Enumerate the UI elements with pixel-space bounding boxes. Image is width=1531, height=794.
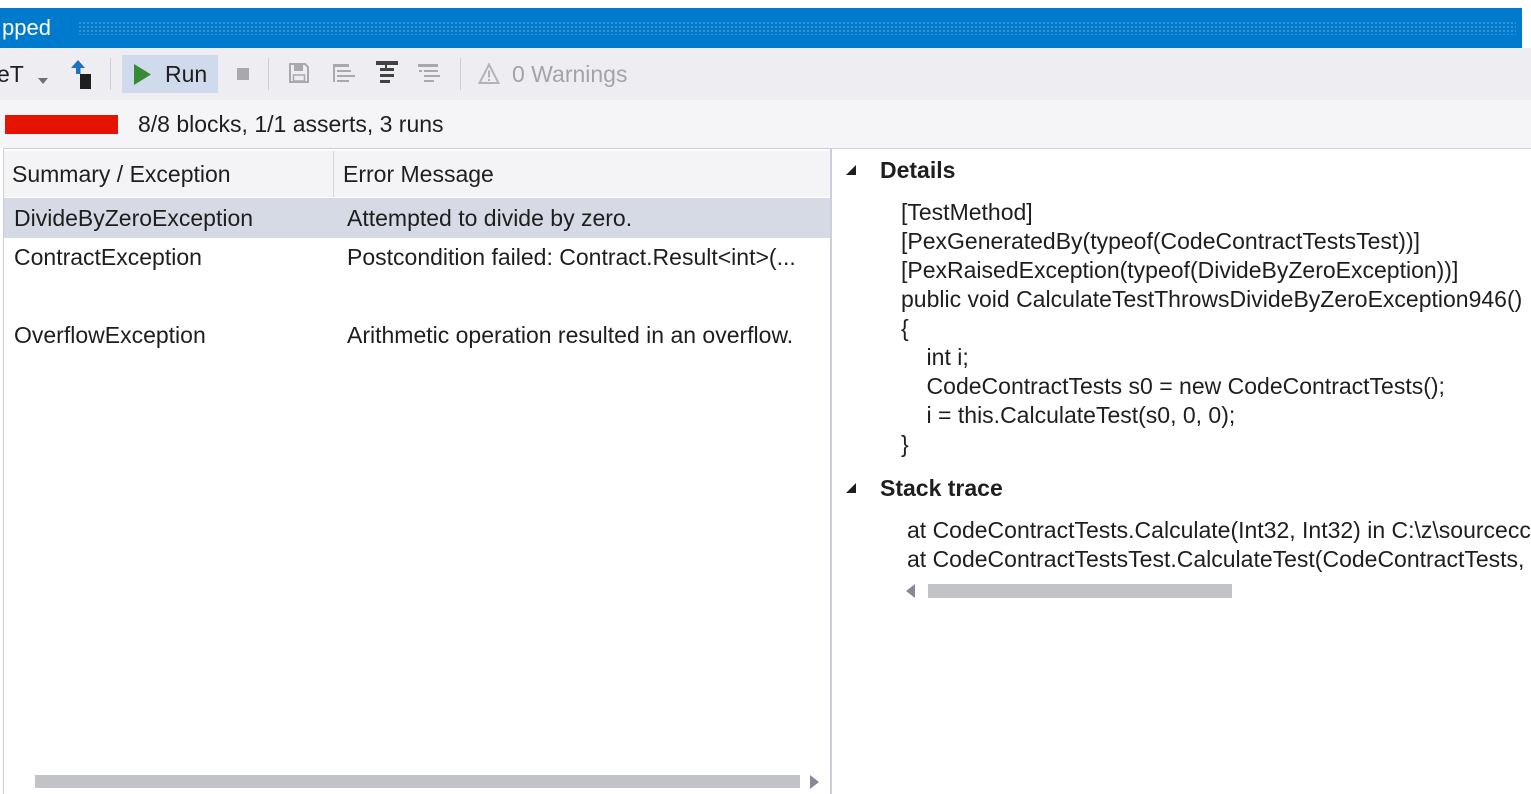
stack-trace-line: at CodeContractTestsTest.CalculateTest(C… xyxy=(907,546,1525,572)
scrollbar-thumb[interactable] xyxy=(35,775,800,788)
scroll-left-arrow-icon[interactable] xyxy=(906,584,915,598)
code-line: int i; xyxy=(901,344,969,370)
toolbar-separator xyxy=(110,58,111,90)
toolbar-separator xyxy=(268,58,269,90)
code-line: [PexGeneratedBy(typeof(CodeContractTests… xyxy=(901,228,1421,254)
code-line: [PexRaisedException(typeof(DivideByZeroE… xyxy=(901,257,1459,283)
code-line: CodeContractTests s0 = new CodeContractT… xyxy=(901,373,1445,399)
expanded-triangle-icon[interactable] xyxy=(846,165,856,175)
tree-view-button[interactable] xyxy=(374,60,402,86)
go-to-source-icon xyxy=(68,57,96,91)
results-header: Summary / Exception Error Message xyxy=(4,151,830,197)
results-pane: Summary / Exception Error Message Divide… xyxy=(3,148,832,794)
indent-view-button[interactable] xyxy=(417,62,443,86)
details-pane: Details [TestMethod] [PexGeneratedBy(typ… xyxy=(832,148,1531,794)
chevron-down-icon xyxy=(38,71,48,84)
run-button[interactable]: Run xyxy=(122,55,218,93)
warnings-button[interactable]: 0 Warnings xyxy=(474,55,634,93)
row-message: Attempted to divide by zero. xyxy=(347,205,633,231)
toolbar-separator xyxy=(460,58,461,90)
table-row[interactable]: DivideByZeroException Attempted to divid… xyxy=(4,198,830,238)
row-message: Postcondition failed: Contract.Result<in… xyxy=(347,244,796,270)
tree-lines-icon xyxy=(374,60,402,86)
title-bar-grip xyxy=(78,21,1516,35)
results-horizontal-scrollbar[interactable] xyxy=(4,773,830,790)
play-icon xyxy=(133,64,151,85)
title-bar[interactable]: pped xyxy=(0,8,1522,48)
toolbar: eT Run 0 Warnings xyxy=(0,48,1531,100)
scroll-right-arrow-icon[interactable] xyxy=(810,775,819,789)
row-summary: ContractException xyxy=(14,244,202,270)
save-icon xyxy=(288,62,310,84)
go-to-source-button[interactable] xyxy=(68,57,96,91)
warning-icon xyxy=(478,63,500,85)
column-header-summary[interactable]: Summary / Exception xyxy=(12,151,231,197)
code-line: public void CalculateTestThrowsDivideByZ… xyxy=(901,286,1523,312)
stack-trace-line: at CodeContractTests.Calculate(Int32, In… xyxy=(907,517,1531,543)
run-label: Run xyxy=(165,61,208,87)
row-message: Arithmetic operation resulted in an over… xyxy=(347,322,794,348)
warnings-label: 0 Warnings xyxy=(512,61,628,87)
window-title: pped xyxy=(2,15,51,40)
framework-dropdown[interactable]: eT xyxy=(0,60,56,88)
scrollbar-thumb[interactable] xyxy=(928,584,1232,598)
generated-test-code: [TestMethod] [PexGeneratedBy(typeof(Code… xyxy=(901,198,1531,459)
indent-lines-icon xyxy=(417,62,443,86)
column-divider[interactable] xyxy=(333,151,334,197)
save-button[interactable] xyxy=(288,62,310,84)
progress-row: 8/8 blocks, 1/1 asserts, 3 runs xyxy=(0,100,1531,148)
expanded-triangle-icon[interactable] xyxy=(846,483,856,493)
stack-trace-heading: Stack trace xyxy=(880,475,1003,501)
code-line: { xyxy=(901,315,909,341)
stack-trace-section-header[interactable]: Stack trace xyxy=(832,471,1531,505)
stack-trace-horizontal-scrollbar[interactable] xyxy=(832,583,1531,599)
framework-dropdown-value: eT xyxy=(0,61,24,87)
stack-trace-lines: at CodeContractTests.Calculate(Int32, In… xyxy=(907,516,1531,574)
table-row[interactable]: OverflowException Arithmetic operation r… xyxy=(4,316,830,355)
row-summary: DivideByZeroException xyxy=(14,205,254,231)
table-row[interactable]: ContractException Postcondition failed: … xyxy=(4,238,830,316)
progress-summary: 8/8 blocks, 1/1 asserts, 3 runs xyxy=(138,111,444,137)
list-view-button[interactable] xyxy=(332,62,358,86)
code-line: [TestMethod] xyxy=(901,199,1033,225)
stop-button[interactable] xyxy=(237,68,249,80)
column-header-message[interactable]: Error Message xyxy=(343,151,494,197)
row-summary: OverflowException xyxy=(14,322,206,348)
details-heading: Details xyxy=(880,157,956,183)
progress-bar xyxy=(5,115,118,134)
list-lines-icon xyxy=(332,62,358,86)
details-section-header[interactable]: Details xyxy=(832,153,1531,187)
code-line: } xyxy=(901,431,909,457)
code-line: i = this.CalculateTest(s0, 0, 0); xyxy=(901,402,1236,428)
